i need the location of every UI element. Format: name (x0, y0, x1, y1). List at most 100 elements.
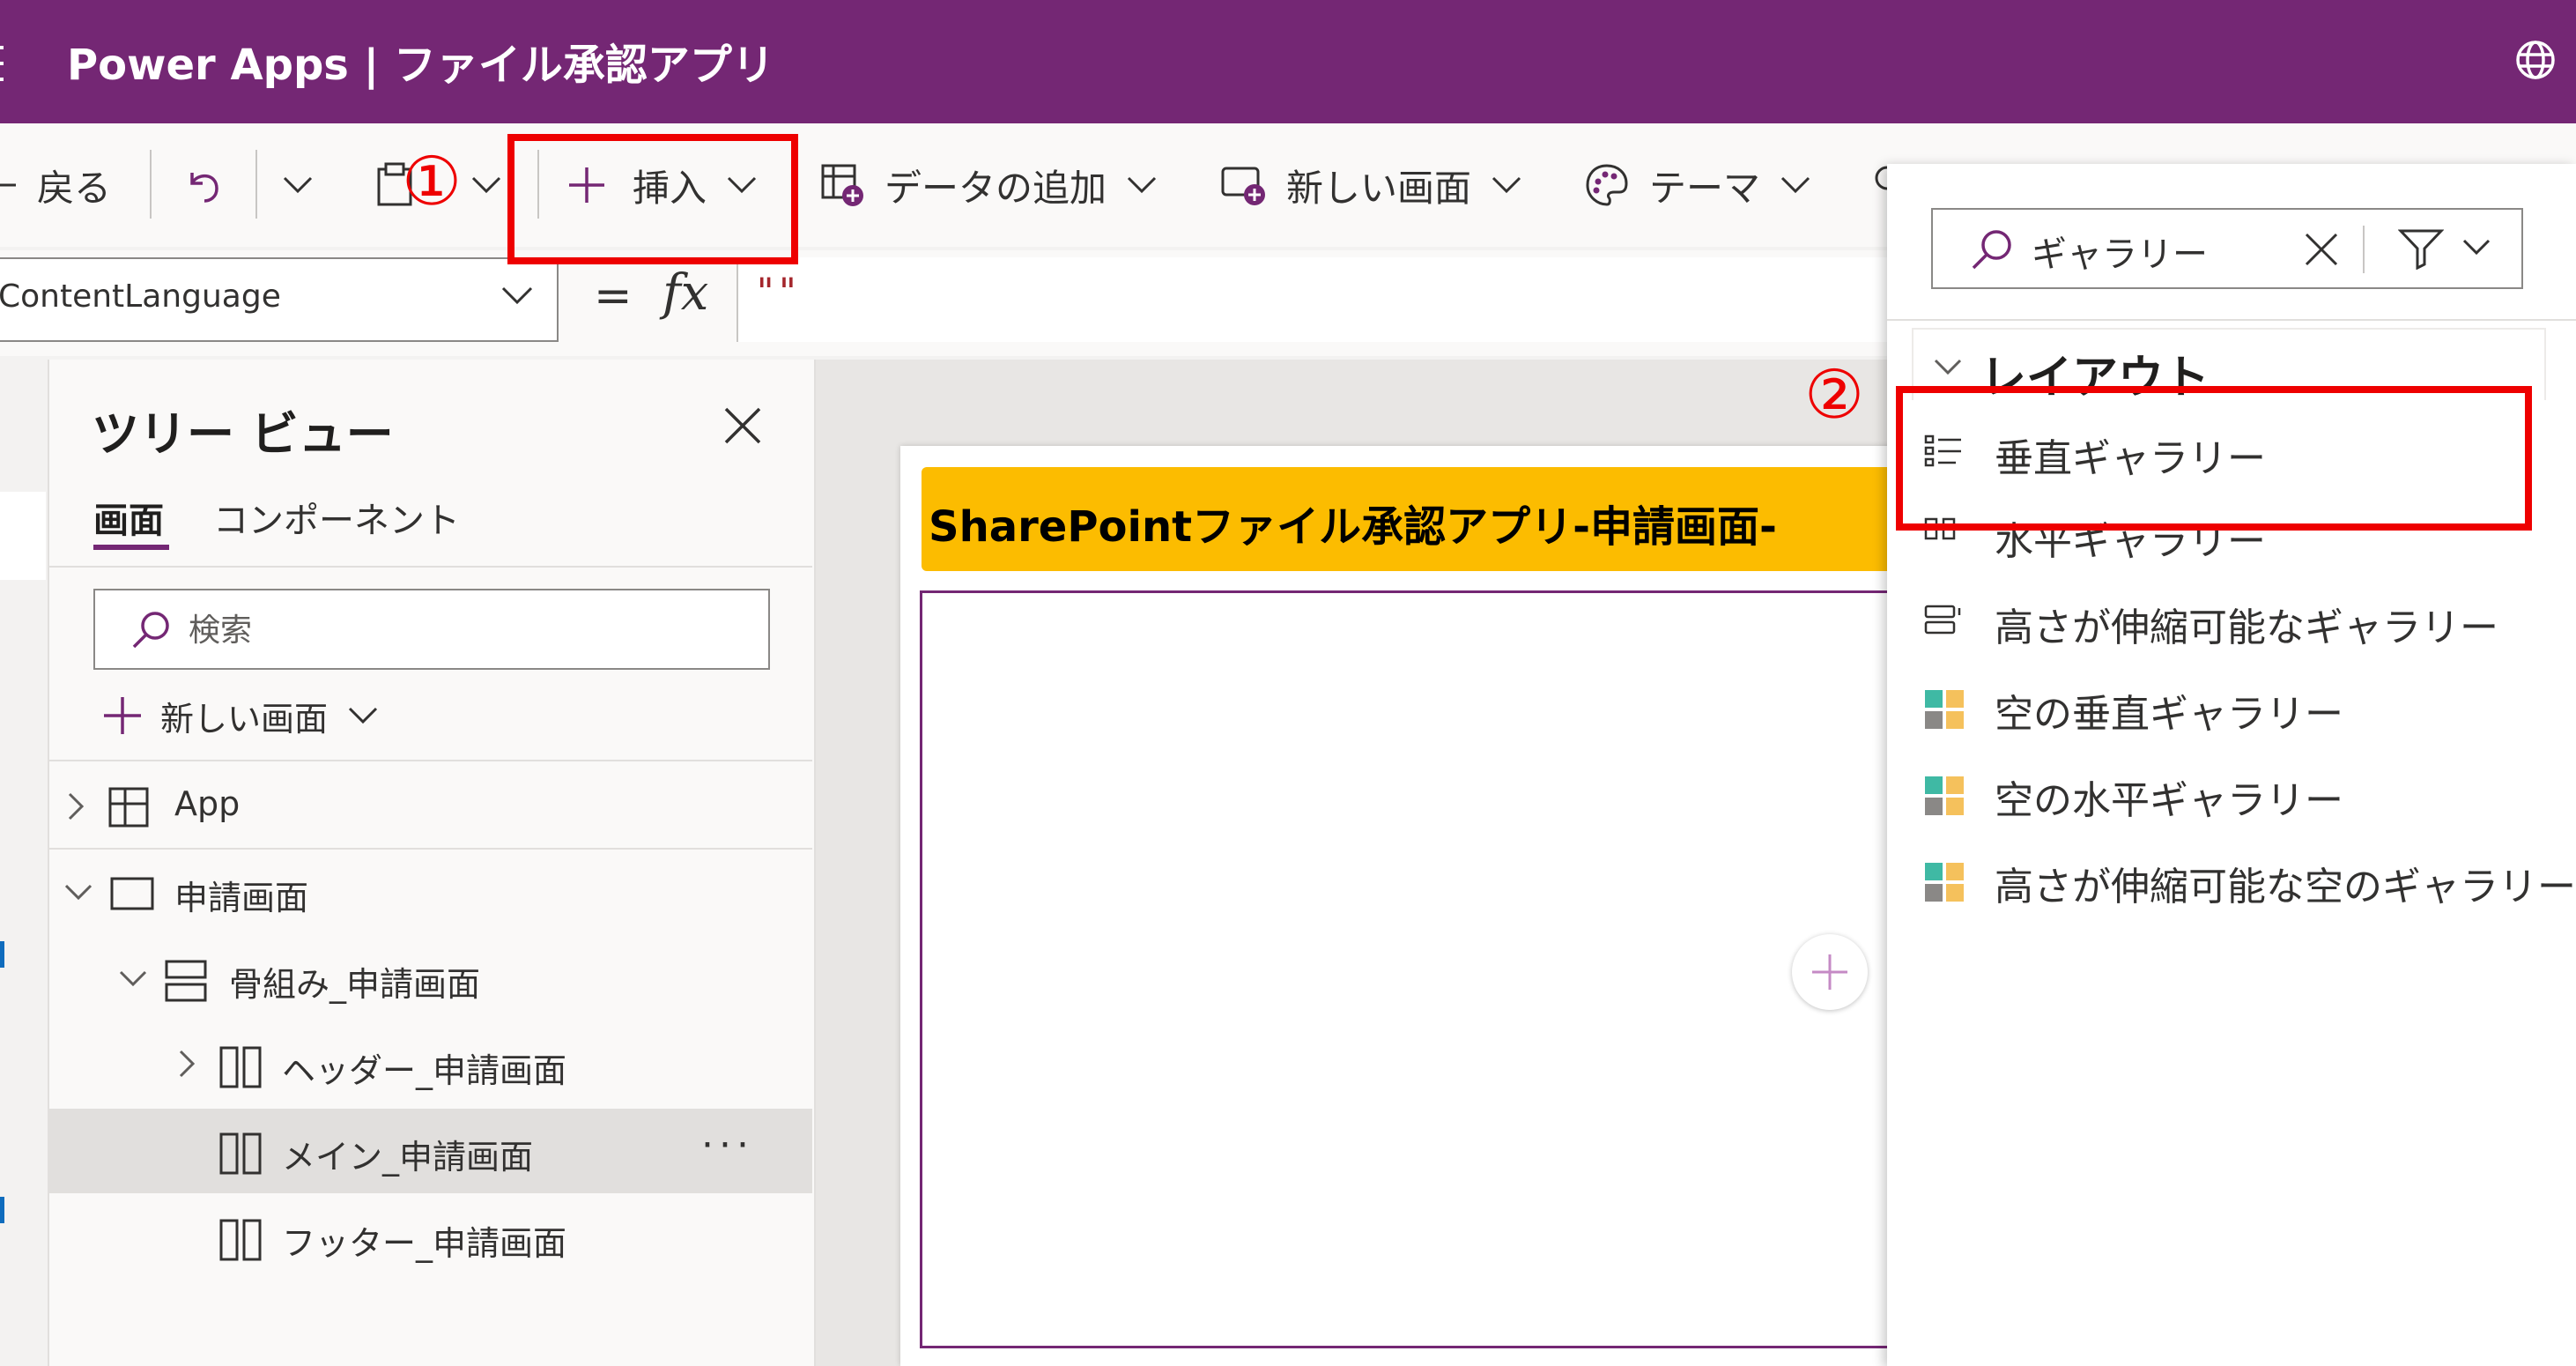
tree-item-label: 申請画面 (174, 879, 309, 917)
annotation-step-1: ① (402, 142, 463, 220)
add-data-label: データの追加 (885, 166, 1107, 210)
tree-item-label: メイン_申請画面 (282, 1138, 534, 1177)
annotation-step-2: ② (1804, 355, 1865, 434)
tree-item-main-container[interactable]: メイン_申請画面 ··· (49, 1109, 812, 1193)
tab-screens[interactable]: 画面 (93, 492, 164, 543)
add-control-button[interactable] (1792, 934, 1868, 1010)
app-menu-icon[interactable] (0, 42, 7, 88)
back-label: 戻る (37, 166, 112, 210)
insert-search-value: ギャラリー (2032, 234, 2208, 275)
new-screen-label: 新しい画面 (1286, 166, 1472, 210)
palette-icon (1586, 164, 1628, 206)
annotation-box-insert (507, 134, 798, 264)
main-container[interactable] (920, 590, 1915, 1348)
tree-view-title: ツリー ビュー (92, 406, 394, 462)
settings-icon (1875, 166, 1889, 190)
divider (49, 760, 812, 761)
arrow-left-icon (0, 183, 16, 187)
tree-search-input[interactable] (187, 608, 737, 652)
horizontal-container-icon (219, 1132, 262, 1175)
chevron-down-icon[interactable] (63, 883, 93, 901)
app-title: Power Apps | ファイル承認アプリ (67, 41, 774, 90)
more-commands-button[interactable] (1871, 159, 1889, 212)
rail-media-icon[interactable] (0, 1197, 7, 1223)
search-icon (1972, 230, 2011, 270)
property-value: ContentLanguage (0, 278, 281, 315)
tree-item-container[interactable]: 骨組み_申請画面 (49, 936, 812, 1021)
theme-label: テーマ (1649, 166, 1761, 210)
clear-icon[interactable] (2303, 231, 2340, 268)
undo-icon (190, 173, 218, 203)
new-screen-icon (1221, 167, 1265, 205)
rail-data-icon[interactable] (0, 941, 7, 968)
insert-item-label: 高さが伸縮可能な空のギャラリー (1995, 865, 2576, 909)
insert-item-label: 空の垂直ギャラリー (1995, 692, 2343, 737)
tree-item-footer-container[interactable]: フッター_申請画面 (49, 1195, 812, 1280)
divider (2363, 226, 2365, 273)
insert-item-blank-vertical-gallery[interactable]: 空の垂直ギャラリー (1887, 663, 2576, 749)
screen-header-text: SharePointファイル承認アプリ-申請画面- (929, 502, 1777, 552)
filter-icon[interactable] (2398, 227, 2444, 270)
close-icon[interactable] (722, 405, 763, 446)
tab-selected-indicator (93, 545, 169, 550)
tree-item-header-container[interactable]: ヘッダー_申請画面 (49, 1022, 812, 1107)
tree-item-label: ヘッダー_申請画面 (282, 1051, 567, 1090)
insert-item-label: 高さが伸縮可能なギャラリー (1995, 605, 2498, 650)
insert-search-box[interactable]: ギャラリー (1931, 208, 2523, 289)
tree-new-screen-label: 新しい画面 (160, 699, 329, 739)
undo-dropdown[interactable] (282, 159, 314, 212)
chevron-down-icon (1492, 176, 1521, 194)
environment-globe-icon[interactable] (2513, 37, 2558, 83)
new-screen-button[interactable]: 新しい画面 (1219, 159, 1522, 212)
chevron-down-icon (471, 176, 501, 194)
tree-item-label: フッター_申請画面 (282, 1224, 567, 1263)
horizontal-container-icon (219, 1219, 262, 1261)
fx-icon[interactable]: fx (663, 264, 708, 322)
chevron-right-icon[interactable] (67, 791, 85, 821)
tree-item-label: 骨組み_申請画面 (229, 965, 481, 1004)
tree-item-screen[interactable]: 申請画面 (49, 850, 812, 934)
divider (49, 566, 812, 568)
chevron-down-icon (348, 707, 378, 724)
chevron-down-icon (501, 286, 533, 305)
add-data-icon (821, 164, 863, 206)
formula-value: "" (754, 270, 799, 313)
theme-button[interactable]: テーマ (1584, 159, 1811, 212)
chevron-down-icon[interactable] (118, 969, 148, 987)
divider (1887, 319, 2576, 321)
plus-icon (1812, 954, 1847, 990)
back-button[interactable]: 戻る (0, 159, 111, 212)
blank-gallery-icon (1925, 863, 1964, 902)
tree-item-app[interactable]: App (49, 763, 812, 848)
blank-gallery-icon (1925, 776, 1964, 815)
undo-button[interactable] (181, 159, 224, 212)
tree-search-box[interactable] (93, 589, 770, 670)
chevron-down-icon (283, 176, 313, 194)
flexible-gallery-icon (1924, 605, 1961, 635)
tab-components[interactable]: コンポーネント (213, 492, 460, 543)
screen-header[interactable]: SharePointファイル承認アプリ-申請画面- (922, 467, 1908, 571)
property-selector[interactable]: ContentLanguage (0, 257, 559, 342)
annotation-box-vertical-gallery (1896, 386, 2532, 531)
app-icon (108, 787, 149, 828)
blank-gallery-icon (1925, 690, 1964, 729)
more-options-icon[interactable]: ··· (701, 1123, 754, 1168)
chevron-down-icon (1934, 359, 1962, 375)
tree-new-screen-button[interactable]: 新しい画面 (102, 691, 379, 740)
chevron-down-icon (1127, 176, 1157, 194)
insert-item-blank-horizontal-gallery[interactable]: 空の水平ギャラリー (1887, 749, 2576, 835)
title-bar: Power Apps | ファイル承認アプリ (0, 0, 2576, 123)
chevron-right-icon[interactable] (178, 1049, 196, 1079)
chevron-down-icon[interactable] (2461, 238, 2491, 257)
paste-dropdown[interactable] (470, 159, 502, 212)
insert-item-flexible-gallery[interactable]: 高さが伸縮可能なギャラリー (1887, 576, 2576, 663)
vertical-container-icon (165, 960, 207, 1002)
rail-item-tree-view[interactable] (0, 492, 46, 580)
add-data-button[interactable]: データの追加 (819, 159, 1158, 212)
screen-icon (110, 877, 154, 910)
insert-item-label: 空の水平ギャラリー (1995, 778, 2343, 823)
horizontal-container-icon (219, 1046, 262, 1088)
insert-item-blank-flexible-gallery[interactable]: 高さが伸縮可能な空のギャラリー (1887, 835, 2576, 922)
tree-view-panel: ツリー ビュー 画面 コンポーネント 新しい画面 App 申請画面 (49, 360, 816, 1366)
insert-flyout: ギャラリー レイアウト 垂直ギャラリー 水平ギャラリー 高さが伸縮可能なギャラリ… (1887, 164, 2576, 1366)
